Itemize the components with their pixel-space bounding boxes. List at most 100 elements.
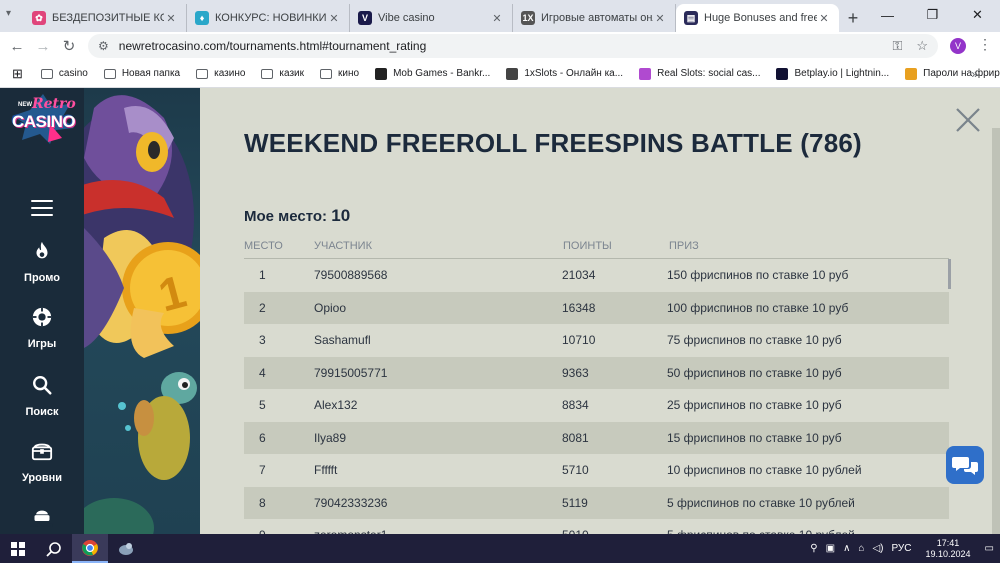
notifications-icon[interactable]: ▭ — [985, 543, 994, 554]
table-scrollbar[interactable] — [948, 259, 951, 289]
bookmark-item[interactable]: Пароли на фрирол... — [905, 67, 1000, 80]
support-chat-button[interactable] — [946, 446, 984, 484]
windows-start-icon[interactable] — [0, 534, 36, 563]
browser-tab[interactable]: ✿ БЕЗДЕПОЗИТНЫЕ КОДЫ (С ✕ — [24, 4, 187, 32]
tab-favicon-icon: ♦ — [195, 11, 209, 25]
cell-place: 3 — [259, 333, 266, 347]
chevron-up-icon[interactable]: ∧ — [843, 543, 850, 554]
more-bookmarks-icon[interactable]: » — [971, 67, 978, 81]
cell-place: 7 — [259, 463, 266, 477]
site-info-icon[interactable]: ⚙ — [98, 39, 109, 53]
browser-tab[interactable]: 1X Игровые автоматы онлайн ✕ — [513, 4, 676, 32]
tab-favicon-icon: ✿ — [32, 11, 46, 25]
cell-player: Sashamufl — [314, 333, 371, 347]
nav-search-label: Поиск — [25, 406, 59, 418]
cell-prize: 15 фриспинов по ставке 10 руб — [667, 430, 842, 445]
close-tab-icon[interactable]: ✕ — [327, 12, 341, 25]
profile-avatar[interactable]: V — [950, 38, 966, 54]
bookmark-item[interactable]: casino — [40, 68, 88, 80]
tab-search-icon[interactable]: ▾ — [6, 8, 11, 19]
browser-tab[interactable]: V Vibe casino ✕ — [350, 4, 513, 32]
nav-search[interactable]: Поиск — [0, 374, 84, 420]
language-indicator[interactable]: РУС — [891, 543, 911, 554]
site-sidebar: NEW Retro CASINO Промо Игры Поиск Уровни… — [0, 88, 84, 534]
cell-prize: 100 фриспинов по ставке 10 руб — [667, 300, 849, 315]
nav-promo[interactable]: Промо — [0, 240, 84, 286]
password-key-icon[interactable]: ⚿ — [892, 38, 902, 54]
cell-prize: 10 фриспинов по ставке 10 рублей — [667, 463, 862, 477]
bookmark-favicon-icon — [639, 67, 652, 80]
new-tab-button[interactable]: + — [839, 4, 867, 32]
volume-icon[interactable]: ◁) — [872, 543, 883, 554]
bookmark-star-icon[interactable]: ☆ — [916, 38, 928, 54]
cell-player: Opioo — [314, 300, 347, 315]
cell-player: Alex132 — [314, 398, 358, 412]
modal-scrollbar-track[interactable] — [992, 128, 1000, 534]
bookmark-favicon-icon — [506, 67, 519, 80]
bookmark-label: Real Slots: social cas... — [657, 68, 761, 79]
apps-grid-icon[interactable]: ⊞ — [12, 66, 23, 82]
cell-prize: 75 фриспинов по ставке 10 руб — [667, 333, 842, 347]
browser-tab[interactable]: ▤ Huge Bonuses and free spin ✕ — [676, 4, 839, 32]
browser-menu-icon[interactable]: ⋮ — [978, 36, 992, 53]
cell-points: 10710 — [562, 333, 596, 347]
bookmark-item[interactable]: Mob Games - Bankr... — [375, 67, 491, 80]
app-taskbar-icon[interactable] — [108, 534, 144, 563]
browser-tab[interactable]: ♦ КОНКУРС: НОВИНКИ NE ✕ — [187, 4, 350, 32]
forward-icon[interactable]: → — [30, 38, 56, 55]
my-place-value: 10 — [331, 206, 351, 225]
bookmark-item[interactable]: казик — [261, 68, 304, 80]
nav-levels[interactable]: Уровни — [0, 440, 84, 486]
folder-icon — [261, 68, 274, 79]
table-row: 3 Sashamufl 10710 75 фриспинов по ставке… — [244, 324, 949, 357]
cell-player: 79500889568 — [314, 268, 388, 282]
browser-toolbar: ← → ↻ ⚙ newretrocasino.com/tournaments.h… — [0, 32, 1000, 60]
cell-points: 8834 — [562, 398, 589, 412]
clock-time: 17:41 — [936, 537, 960, 548]
folder-icon — [103, 68, 116, 79]
cell-points: 9363 — [562, 365, 589, 380]
site-logo[interactable]: NEW Retro CASINO — [10, 94, 76, 144]
bookmark-item[interactable]: кино — [320, 68, 359, 80]
restore-icon[interactable]: ❐ — [910, 0, 955, 30]
clock[interactable]: 17:41 19.10.2024 — [926, 538, 971, 560]
search-icon[interactable] — [36, 534, 72, 563]
table-row: 4 79915005771 9363 50 фриспинов по ставк… — [244, 356, 949, 389]
cell-player: Ilya89 — [314, 430, 347, 445]
back-icon[interactable]: ← — [4, 38, 30, 55]
close-window-icon[interactable]: ✕ — [955, 0, 1000, 30]
minimize-icon[interactable]: — — [865, 0, 910, 30]
url-text: newretrocasino.com/tournaments.html#tour… — [118, 39, 427, 53]
close-tab-icon[interactable]: ✕ — [490, 12, 504, 25]
table-row: 7 Ffffft 5710 10 фриспинов по ставке 10 … — [244, 454, 949, 487]
bookmark-item[interactable]: Новая папка — [103, 68, 181, 80]
promo-mascot-art: 1 — [84, 88, 200, 534]
bookmark-label: Новая папка — [121, 68, 181, 79]
bookmark-item[interactable]: Betplay.io | Lightnin... — [776, 67, 889, 80]
bookmark-label: кино — [338, 68, 360, 79]
chrome-taskbar-icon[interactable] — [72, 534, 108, 563]
close-modal-icon[interactable] — [954, 106, 982, 134]
hamburger-menu-icon[interactable] — [31, 200, 53, 221]
rating-table-body[interactable]: 1 79500889568 21034 150 фриспинов по ста… — [244, 259, 949, 534]
reload-icon[interactable]: ↻ — [56, 37, 82, 55]
address-bar[interactable]: ⚙ newretrocasino.com/tournaments.html#to… — [88, 34, 938, 58]
mascot-illustration: 1 — [84, 95, 200, 534]
close-tab-icon[interactable]: ✕ — [817, 12, 831, 25]
network-icon[interactable]: ⌂ — [858, 543, 864, 554]
bookmark-favicon-icon — [375, 67, 388, 80]
bookmark-item[interactable]: Real Slots: social cas... — [639, 67, 761, 80]
close-tab-icon[interactable]: ✕ — [164, 12, 178, 25]
cell-prize: 50 фриспинов по ставке 10 руб — [667, 365, 842, 380]
close-tab-icon[interactable]: ✕ — [653, 12, 667, 25]
bookmark-item[interactable]: казино — [196, 68, 245, 80]
tab-title: КОНКУРС: НОВИНКИ NE — [215, 12, 327, 24]
bookmark-label: casino — [58, 68, 88, 79]
nav-games-label: Игры — [27, 338, 57, 350]
bookmark-item[interactable]: 1xSlots - Онлайн ка... — [506, 67, 623, 80]
photos-icon[interactable]: ▣ — [826, 543, 835, 554]
bookmark-label: Mob Games - Bankr... — [393, 68, 491, 79]
nav-games[interactable]: Игры — [0, 306, 84, 352]
os-taskbar: ⚲ ▣ ∧ ⌂ ◁) РУС 17:41 19.10.2024 ▭ — [0, 534, 1000, 563]
accessibility-icon[interactable]: ⚲ — [810, 543, 817, 554]
